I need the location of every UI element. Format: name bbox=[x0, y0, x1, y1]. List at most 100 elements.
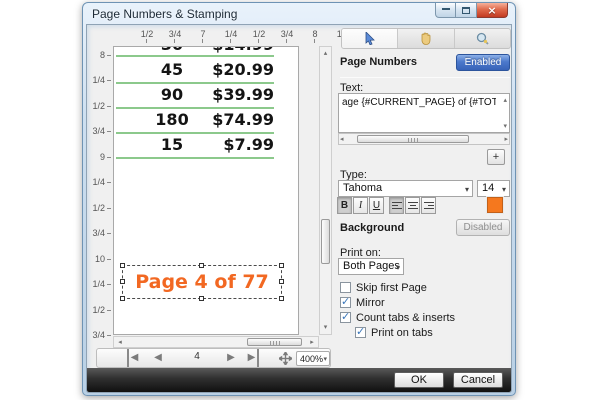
font-family-select[interactable]: Tahoma ▾ bbox=[338, 180, 473, 197]
cursor-arrow-icon bbox=[364, 32, 376, 45]
dialog-body: 1/2 3/4 7 1/4 1/2 3/4 8 1/4 8 1/4 1/2 3/… bbox=[86, 24, 512, 393]
count-tabs-checkbox[interactable]: ✓ bbox=[340, 312, 351, 323]
maximize-button[interactable] bbox=[456, 3, 477, 18]
ruler-mark: 1/2 bbox=[87, 305, 105, 315]
check-icon: ✓ bbox=[356, 325, 365, 338]
scroll-down-icon[interactable]: ▾ bbox=[320, 321, 331, 334]
stamp-text-input[interactable]: age {#CURRENT_PAGE} of {#TOTAL_PAGES} ▴ … bbox=[338, 93, 510, 133]
ruler-mark: 1/4 bbox=[87, 279, 105, 289]
last-page-button[interactable]: ▶ bbox=[247, 349, 259, 367]
previous-page-button[interactable]: ◀ bbox=[152, 349, 164, 367]
checkbox-row-skip-first-page[interactable]: ✓ Skip first Page bbox=[340, 281, 427, 294]
ruler-mark: 1/4 bbox=[87, 75, 105, 85]
separator bbox=[340, 77, 510, 78]
table-divider bbox=[116, 82, 274, 84]
table-row: 45 $20.99 bbox=[114, 60, 278, 80]
zoom-level-select[interactable]: 400% ▾ bbox=[296, 351, 330, 366]
horizontal-scroll-thumb[interactable] bbox=[357, 135, 469, 143]
table-row: 90 $39.99 bbox=[114, 85, 278, 105]
resize-handle[interactable] bbox=[199, 263, 204, 268]
vertical-scroll-thumb[interactable] bbox=[321, 219, 330, 264]
ruler-mark: 1/2 bbox=[133, 29, 161, 39]
text-input-horizontal-scrollbar[interactable]: ◂ ▸ bbox=[338, 133, 510, 145]
ruler-mark: 7 bbox=[189, 29, 217, 39]
ruler-mark: 1/4 bbox=[217, 29, 245, 39]
next-page-button[interactable]: ▶ bbox=[225, 349, 237, 367]
check-icon: ✓ bbox=[341, 310, 350, 323]
scroll-left-icon[interactable]: ◂ bbox=[340, 134, 344, 144]
current-page-field[interactable]: 4 bbox=[185, 351, 209, 365]
skip-first-page-checkbox[interactable]: ✓ bbox=[340, 282, 351, 293]
resize-handle[interactable] bbox=[279, 263, 284, 268]
resize-handle[interactable] bbox=[199, 296, 204, 301]
font-color-swatch[interactable] bbox=[487, 197, 503, 213]
align-left-button[interactable] bbox=[389, 197, 404, 214]
resize-handle[interactable] bbox=[279, 279, 284, 284]
preview-toolbar bbox=[341, 28, 511, 49]
first-page-button[interactable]: ◀ bbox=[127, 349, 139, 367]
preview-horizontal-scrollbar[interactable]: ◂ ▸ bbox=[113, 336, 319, 348]
chevron-down-icon: ▾ bbox=[396, 260, 400, 275]
minimize-icon bbox=[442, 7, 450, 10]
mirror-checkbox[interactable]: ✓ bbox=[340, 297, 351, 308]
ruler-mark: 1/2 bbox=[87, 101, 105, 111]
minimize-button[interactable] bbox=[435, 3, 456, 18]
align-right-button[interactable] bbox=[421, 197, 436, 214]
ruler-mark: 3/4 bbox=[87, 228, 105, 238]
pan-tool-button[interactable] bbox=[398, 29, 454, 48]
print-on-tabs-checkbox[interactable]: ✓ bbox=[355, 327, 366, 338]
scroll-down-icon[interactable]: ▾ bbox=[503, 122, 507, 130]
horizontal-ruler: 1/2 3/4 7 1/4 1/2 3/4 8 1/4 bbox=[113, 27, 334, 45]
scroll-up-icon[interactable]: ▴ bbox=[503, 96, 507, 104]
bold-button[interactable]: B bbox=[337, 197, 352, 214]
ok-button[interactable]: OK bbox=[394, 372, 444, 388]
chevron-down-icon: ▾ bbox=[465, 182, 469, 197]
ruler-mark: 1/2 bbox=[245, 29, 273, 39]
resize-handle[interactable] bbox=[120, 263, 125, 268]
ruler-mark: 8 bbox=[301, 29, 329, 39]
scroll-right-icon[interactable]: ▸ bbox=[504, 134, 508, 144]
underline-button[interactable]: U bbox=[369, 197, 384, 214]
stamp-text-value: age {#CURRENT_PAGE} of {#TOTAL_PAGES} bbox=[342, 97, 496, 108]
cancel-button[interactable]: Cancel bbox=[453, 372, 503, 388]
ruler-mark: 8 bbox=[87, 50, 105, 60]
resize-handle[interactable] bbox=[279, 296, 284, 301]
title-bar[interactable]: Page Numbers & Stamping × bbox=[83, 3, 515, 24]
font-size-value: 14 bbox=[482, 182, 494, 194]
resize-handle[interactable] bbox=[120, 279, 125, 284]
page-number-stamp-selection[interactable]: Page 4 of 77 bbox=[122, 265, 282, 299]
thumb-grip bbox=[270, 341, 280, 345]
dialog-footer: OK Cancel bbox=[87, 368, 511, 392]
select-tool-button[interactable] bbox=[342, 29, 398, 48]
scroll-left-icon[interactable]: ◂ bbox=[114, 337, 126, 347]
scroll-up-icon[interactable]: ▴ bbox=[320, 47, 331, 60]
horizontal-scroll-thumb[interactable] bbox=[247, 338, 302, 346]
checkbox-row-mirror[interactable]: ✓ Mirror bbox=[340, 296, 385, 309]
font-family-value: Tahoma bbox=[343, 182, 382, 194]
magnifier-icon bbox=[476, 32, 489, 45]
background-disabled-button[interactable]: Disabled bbox=[456, 219, 510, 236]
thumb-grip bbox=[408, 138, 418, 142]
table-cell-price: $74.99 bbox=[194, 110, 274, 130]
document-preview-page[interactable]: 30 $14.99 45 $20.99 90 $39.99 180 $74.99… bbox=[113, 46, 299, 335]
close-icon: × bbox=[487, 4, 496, 17]
table-divider bbox=[116, 132, 274, 134]
add-stamp-token-button[interactable]: + bbox=[487, 149, 505, 165]
page-numbers-section-header: Page Numbers bbox=[340, 56, 417, 68]
page-numbers-enabled-button[interactable]: Enabled bbox=[456, 54, 510, 71]
resize-handle[interactable] bbox=[120, 296, 125, 301]
align-center-button[interactable] bbox=[405, 197, 420, 214]
checkbox-row-print-on-tabs[interactable]: ✓ Print on tabs bbox=[355, 326, 433, 339]
checkbox-label: Skip first Page bbox=[356, 282, 427, 294]
font-size-select[interactable]: 14 ▾ bbox=[477, 180, 510, 197]
ruler-mark: 1/4 bbox=[87, 177, 105, 187]
checkbox-label: Mirror bbox=[356, 297, 385, 309]
zoom-tool-button[interactable] bbox=[455, 29, 510, 48]
preview-vertical-scrollbar[interactable]: ▴ ▾ bbox=[319, 46, 332, 335]
checkbox-row-count-tabs[interactable]: ✓ Count tabs & inserts bbox=[340, 311, 455, 324]
italic-button[interactable]: I bbox=[353, 197, 368, 214]
print-on-select[interactable]: Both Pages ▾ bbox=[338, 258, 404, 275]
ruler-mark: 10 bbox=[87, 254, 105, 264]
scroll-right-icon[interactable]: ▸ bbox=[306, 337, 318, 347]
close-button[interactable]: × bbox=[477, 3, 508, 18]
